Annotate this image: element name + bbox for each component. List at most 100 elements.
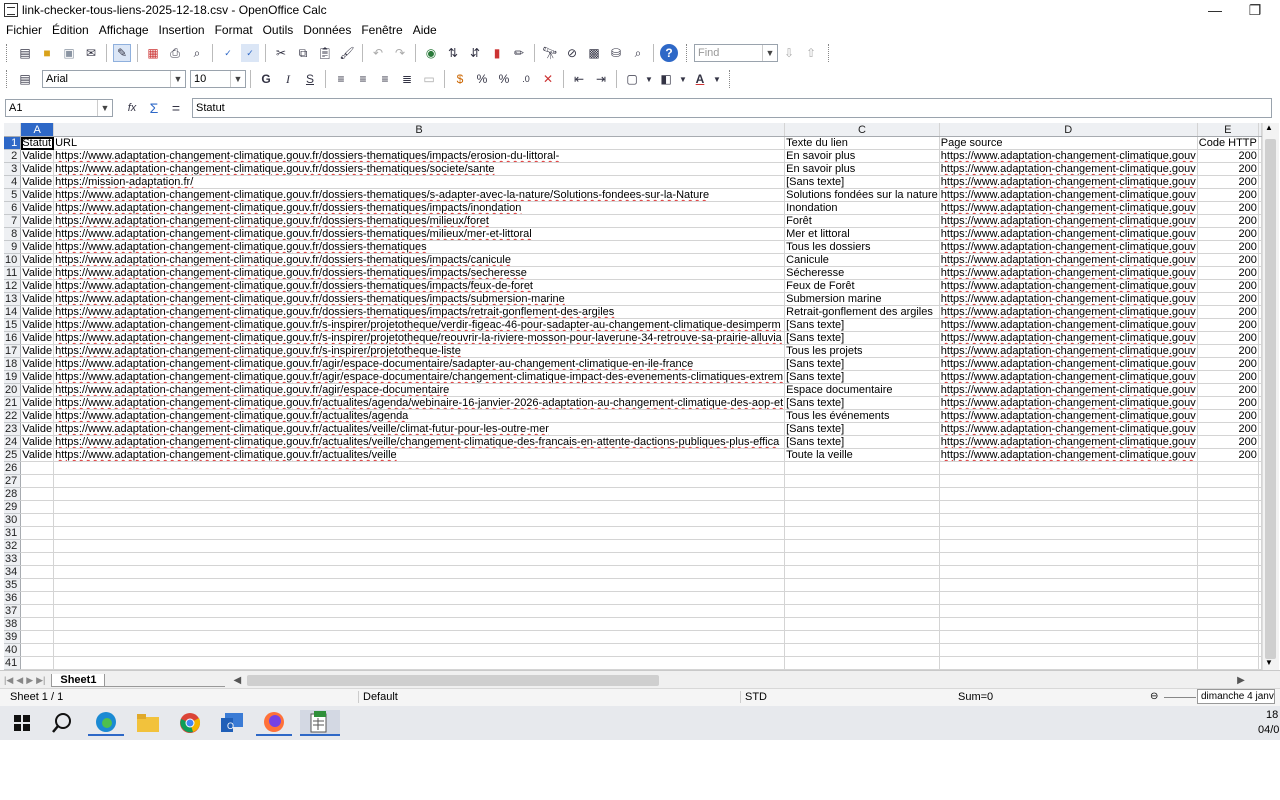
chevron-down-icon[interactable]: ▼ [762,45,777,61]
grid-cell[interactable]: https://www.adaptation-changement-climat… [53,344,786,358]
grid-cell[interactable]: 200 [1197,383,1259,397]
grid-cell[interactable] [784,513,940,527]
row-header[interactable]: 32 [4,539,22,553]
grid-cell[interactable]: https://www.adaptation-changement-climat… [939,279,1198,293]
grid-cell[interactable]: 200 [1197,175,1259,189]
grid-cell[interactable]: Valide [20,344,55,358]
menu-fenetre[interactable]: Fenêtre [361,23,402,37]
grid-cell[interactable] [1197,539,1259,553]
row-header[interactable]: 28 [4,487,22,501]
grid-cell[interactable] [53,500,786,514]
align-center-icon[interactable]: ≡ [354,70,372,88]
formula-input[interactable]: Statut [192,98,1272,118]
grid-cell[interactable]: 200 [1197,253,1259,267]
grid-cell[interactable]: Statut [20,136,55,150]
grid-cell[interactable]: Valide [20,253,55,267]
grid-cell[interactable] [939,604,1198,618]
grid-cell[interactable] [1197,630,1259,644]
column-header[interactable]: D [939,123,1198,137]
grid-cell[interactable]: Valide [20,227,55,241]
grid-cell[interactable] [1197,552,1259,566]
grid-cell[interactable]: https://www.adaptation-changement-climat… [939,240,1198,254]
grid-cell[interactable]: https://www.adaptation-changement-climat… [939,448,1198,462]
grid-cell[interactable] [20,552,55,566]
grid-cell[interactable]: 200 [1197,448,1259,462]
grid-cell[interactable]: Valide [20,305,55,319]
grid-cell[interactable] [1197,500,1259,514]
decrease-indent-icon[interactable]: ⇤ [570,70,588,88]
grid-cell[interactable]: Valide [20,162,55,176]
grid-cell[interactable] [784,565,940,579]
row-header[interactable]: 29 [4,500,22,514]
grid-cell[interactable] [1197,643,1259,657]
function-wizard-icon[interactable]: fx [123,99,141,117]
first-sheet-icon[interactable]: |◀ [4,675,13,686]
grid-cell[interactable]: Forêt [784,214,940,228]
grid-cell[interactable]: Valide [20,357,55,371]
print-preview-icon[interactable]: ⌕ [188,44,206,62]
grid-cell[interactable]: https://www.adaptation-changement-climat… [53,292,786,306]
grid-cell[interactable] [939,565,1198,579]
grid-cell[interactable] [784,474,940,488]
grid-cell[interactable] [1197,578,1259,592]
grid-cell[interactable] [53,539,786,553]
grid-cell[interactable]: https://mission-adaptation.fr/ [53,175,786,189]
email-icon[interactable]: ✉ [82,44,100,62]
grid-cell[interactable] [20,474,55,488]
grid-cell[interactable] [784,643,940,657]
grid-cell[interactable]: Feux de Forêt [784,279,940,293]
grid-cell[interactable] [784,539,940,553]
open-folder-icon[interactable]: ■ [38,44,56,62]
grid-cell[interactable]: https://www.adaptation-changement-climat… [53,318,786,332]
grid-cell[interactable] [1197,617,1259,631]
grid-cell[interactable] [20,565,55,579]
grid-cell[interactable]: https://www.adaptation-changement-climat… [53,422,786,436]
row-header[interactable]: 13 [4,292,22,306]
grid-cell[interactable]: https://www.adaptation-changement-climat… [939,305,1198,319]
row-header[interactable]: 26 [4,461,22,475]
grid-cell[interactable] [784,500,940,514]
grid-cell[interactable]: 200 [1197,279,1259,293]
grid-cell[interactable]: https://www.adaptation-changement-climat… [53,149,786,163]
grid-cell[interactable]: 200 [1197,344,1259,358]
grid-cell[interactable]: Valide [20,448,55,462]
font-color-icon[interactable]: A [691,70,709,88]
row-header[interactable]: 25 [4,448,22,462]
menu-affichage[interactable]: Affichage [99,23,149,37]
firefox-browser-icon[interactable] [256,710,292,736]
grid-cell[interactable] [1197,487,1259,501]
zoom-out-icon[interactable]: ⊖ [1150,691,1158,702]
grid-cell[interactable] [53,643,786,657]
chevron-down-icon[interactable]: ▼ [645,70,653,88]
undo-icon[interactable]: ↶ [369,44,387,62]
grid-cell[interactable] [784,487,940,501]
grid-cell[interactable]: https://www.adaptation-changement-climat… [939,383,1198,397]
grid-cell[interactable]: https://www.adaptation-changement-climat… [53,396,786,410]
name-box[interactable]: A1 ▼ [5,99,113,117]
grid-cell[interactable]: Valide [20,318,55,332]
grid-cell[interactable] [1197,565,1259,579]
grid-cell[interactable]: Tous les projets [784,344,940,358]
new-document-icon[interactable]: ▤ [16,44,34,62]
grid-cell[interactable]: https://www.adaptation-changement-climat… [939,175,1198,189]
sort-descending-icon[interactable]: ⇵ [466,44,484,62]
grid-cell[interactable] [20,500,55,514]
grid-cell[interactable] [53,487,786,501]
grid-cell[interactable] [53,565,786,579]
grid-cell[interactable]: En savoir plus [784,162,940,176]
scroll-right-icon[interactable]: ▶ [1237,675,1245,686]
last-sheet-icon[interactable]: ▶| [36,675,45,686]
menu-donnees[interactable]: Données [303,23,351,37]
grid-cell[interactable] [939,487,1198,501]
sheet-table[interactable]: A B C D E 1 Statut URL Texte du lien Page source C… [4,123,1262,670]
grid-cell[interactable]: [Sans texte] [784,357,940,371]
grid-cell[interactable]: https://www.adaptation-changement-climat… [939,162,1198,176]
autospellcheck-icon[interactable]: ✓ [241,44,259,62]
grid-cell[interactable] [939,656,1198,670]
grid-cell[interactable]: https://www.adaptation-changement-climat… [53,240,786,254]
row-header[interactable]: 39 [4,630,22,644]
row-header[interactable]: 30 [4,513,22,527]
grid-cell[interactable]: Sécheresse [784,266,940,280]
menu-insertion[interactable]: Insertion [159,23,205,37]
grid-cell[interactable]: [Sans texte] [784,422,940,436]
